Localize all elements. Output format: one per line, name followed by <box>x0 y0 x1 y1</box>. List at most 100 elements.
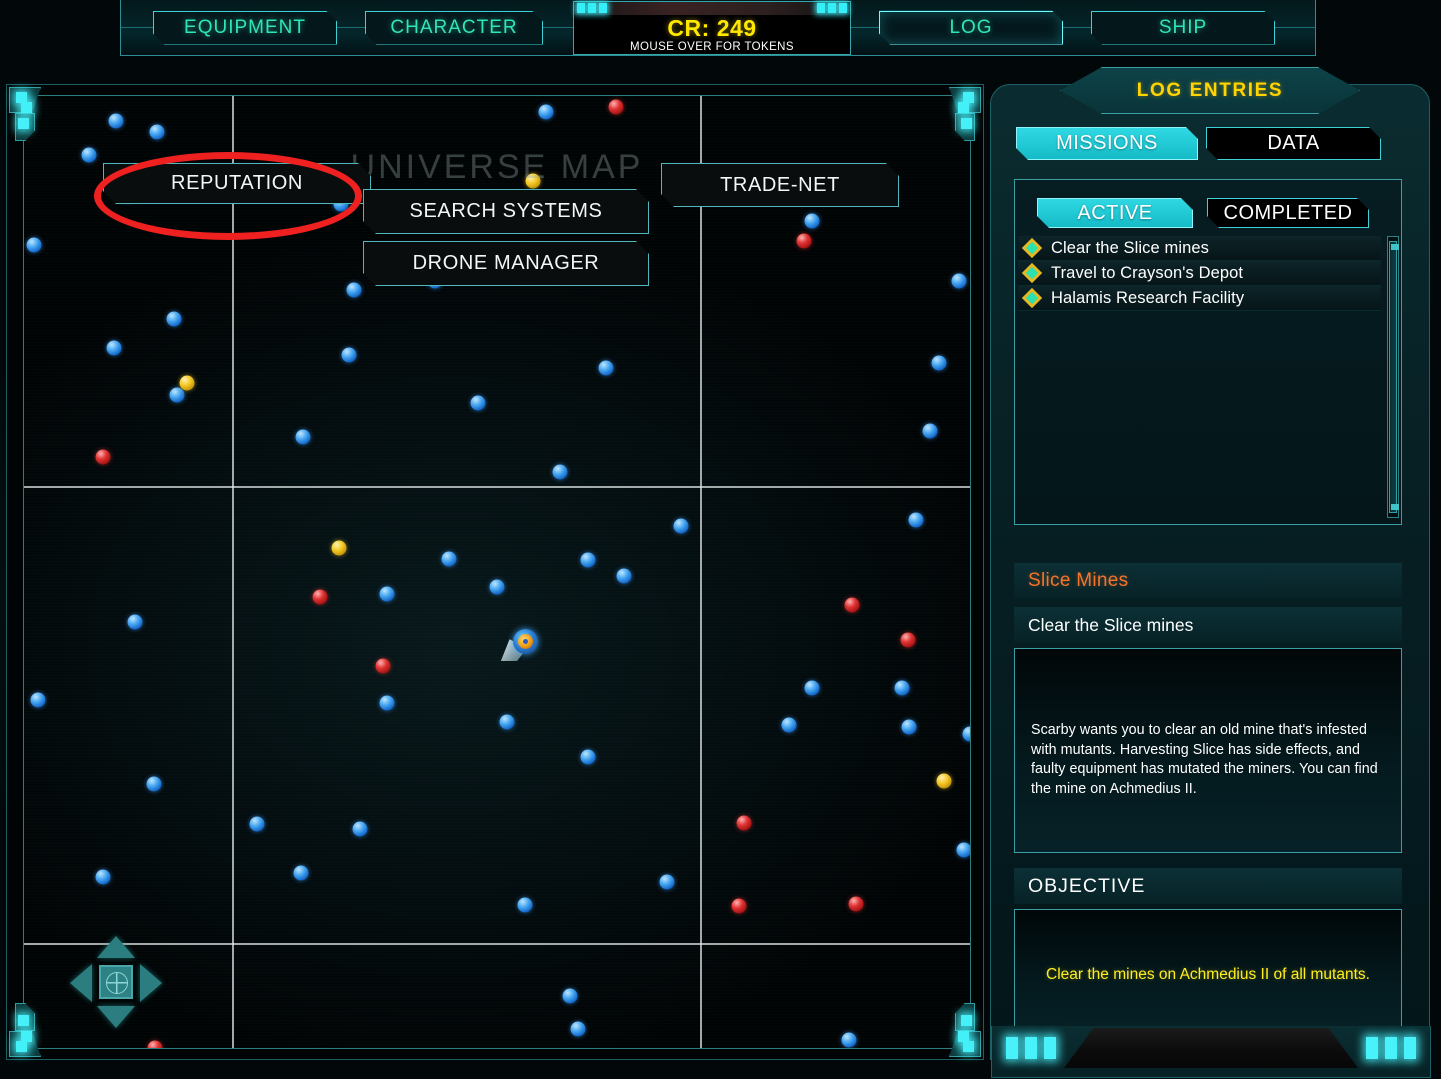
map-pan-controls[interactable] <box>70 936 162 1028</box>
star-system-blue[interactable] <box>922 423 938 439</box>
star-system-blue[interactable] <box>951 273 967 289</box>
pan-up-arrow-icon[interactable] <box>97 936 135 958</box>
pan-right-arrow-icon[interactable] <box>140 964 162 1002</box>
star-system-yellow[interactable] <box>936 773 952 789</box>
tab-data[interactable]: DATA <box>1206 127 1381 160</box>
star-system-blue[interactable] <box>901 719 917 735</box>
star-system-blue[interactable] <box>26 237 42 252</box>
star-system-blue[interactable] <box>441 551 457 567</box>
star-system-blue[interactable] <box>295 429 311 445</box>
nav-button-equipment[interactable]: EQUIPMENT <box>153 11 337 45</box>
mission-title-bar: Clear the Slice mines <box>1014 607 1402 643</box>
star-system-red[interactable] <box>736 815 752 831</box>
led-indicator <box>1366 1037 1378 1059</box>
tab-active[interactable]: ACTIVE <box>1037 198 1193 228</box>
map-gridline-horizontal <box>24 943 970 946</box>
star-system-blue[interactable] <box>616 568 632 584</box>
tab-completed-label: COMPLETED <box>1223 201 1353 224</box>
search-systems-button[interactable]: SEARCH SYSTEMS <box>363 189 649 234</box>
tab-missions[interactable]: MISSIONS <box>1016 127 1198 160</box>
star-system-blue[interactable] <box>149 124 165 140</box>
star-system-blue[interactable] <box>379 586 395 602</box>
star-system-blue[interactable] <box>470 395 486 411</box>
pan-left-arrow-icon[interactable] <box>70 964 92 1002</box>
log-panel-title: LOG ENTRIES <box>1136 79 1284 101</box>
star-system-yellow[interactable] <box>331 540 347 556</box>
trade-net-button[interactable]: TRADE-NET <box>661 163 899 207</box>
star-system-blue[interactable] <box>81 147 97 163</box>
star-system-yellow[interactable] <box>525 173 541 189</box>
star-system-blue[interactable] <box>552 464 568 480</box>
star-system-blue[interactable] <box>598 360 614 376</box>
nav-button-log[interactable]: LOG <box>879 11 1063 45</box>
star-system-blue[interactable] <box>659 874 675 890</box>
star-system-blue[interactable] <box>293 865 309 881</box>
mission-list-item[interactable]: Halamis Research Facility <box>1018 286 1381 311</box>
star-system-blue[interactable] <box>346 282 362 298</box>
star-system-blue[interactable] <box>570 1021 586 1037</box>
mission-location-bar: Slice Mines <box>1014 563 1402 599</box>
star-system-blue[interactable] <box>562 988 578 1004</box>
star-system-red[interactable] <box>900 632 916 648</box>
star-system-blue[interactable] <box>908 512 924 528</box>
scrollbar-thumb[interactable] <box>1389 241 1399 513</box>
star-system-blue[interactable] <box>517 897 533 913</box>
star-system-blue[interactable] <box>341 347 357 363</box>
mission-list: Clear the Slice mines Travel to Crayson's… <box>1018 236 1381 520</box>
map-viewport[interactable]: UNIVERSE MAP REPUTATION SEARCH SYSTEMS D… <box>23 95 971 1049</box>
star-system-red[interactable] <box>375 658 391 674</box>
star-system-red[interactable] <box>844 597 860 613</box>
star-system-red[interactable] <box>608 99 624 115</box>
star-system-blue[interactable] <box>804 680 820 696</box>
star-system-blue[interactable] <box>166 311 182 327</box>
center-view-crosshair-icon[interactable] <box>99 965 133 999</box>
reputation-button[interactable]: REPUTATION <box>103 163 371 204</box>
star-system-blue[interactable] <box>781 717 797 733</box>
star-system-red[interactable] <box>147 1040 163 1048</box>
star-system-yellow[interactable] <box>179 375 195 391</box>
star-system-blue[interactable] <box>30 692 46 708</box>
drone-manager-button[interactable]: DRONE MANAGER <box>363 241 649 286</box>
star-system-red[interactable] <box>848 896 864 912</box>
star-system-blue[interactable] <box>956 842 970 858</box>
star-system-blue[interactable] <box>673 518 689 534</box>
star-system-blue[interactable] <box>95 869 111 885</box>
pan-down-arrow-icon[interactable] <box>97 1006 135 1028</box>
star-system-blue[interactable] <box>108 113 124 129</box>
star-system-blue[interactable] <box>146 776 162 792</box>
star-system-blue[interactable] <box>169 387 185 403</box>
star-system-blue[interactable] <box>931 355 947 371</box>
star-system-red[interactable] <box>796 233 812 249</box>
star-system-red[interactable] <box>312 589 328 605</box>
credits-hint-text: MOUSE OVER FOR TOKENS <box>630 40 794 53</box>
mission-status-tabs: ACTIVE COMPLETED <box>1037 198 1369 228</box>
mission-list-item[interactable]: Travel to Crayson's Depot <box>1018 261 1381 286</box>
star-system-blue[interactable] <box>841 1032 857 1048</box>
star-system-red[interactable] <box>731 898 747 914</box>
nav-button-ship[interactable]: SHIP <box>1091 11 1275 45</box>
credits-display[interactable]: CR: 249 MOUSE OVER FOR TOKENS <box>573 0 851 55</box>
star-system-red[interactable] <box>95 449 111 465</box>
star-system-blue[interactable] <box>580 749 596 765</box>
nav-button-character[interactable]: CHARACTER <box>365 11 543 45</box>
star-system-blue[interactable] <box>127 614 143 629</box>
star-system-blue[interactable] <box>804 213 820 229</box>
star-system-blue[interactable] <box>962 726 970 742</box>
player-ship-icon[interactable] <box>500 629 538 665</box>
star-system-blue[interactable] <box>499 714 515 730</box>
star-system-blue[interactable] <box>379 695 395 711</box>
star-system-blue[interactable] <box>489 579 505 595</box>
tab-completed[interactable]: COMPLETED <box>1207 198 1369 228</box>
star-system-blue[interactable] <box>538 104 554 120</box>
star-system-blue[interactable] <box>580 552 596 568</box>
mission-list-scrollbar[interactable] <box>1387 236 1399 518</box>
tab-missions-label: MISSIONS <box>1056 132 1158 154</box>
drone-manager-button-label: DRONE MANAGER <box>412 252 600 274</box>
star-system-blue[interactable] <box>352 821 368 837</box>
scrollbar-cap-bottom <box>1391 504 1399 510</box>
star-system-blue[interactable] <box>894 680 910 696</box>
gear-icon <box>517 634 533 650</box>
mission-list-item[interactable]: Clear the Slice mines <box>1018 236 1381 261</box>
star-system-blue[interactable] <box>106 340 122 356</box>
star-system-blue[interactable] <box>249 816 265 832</box>
